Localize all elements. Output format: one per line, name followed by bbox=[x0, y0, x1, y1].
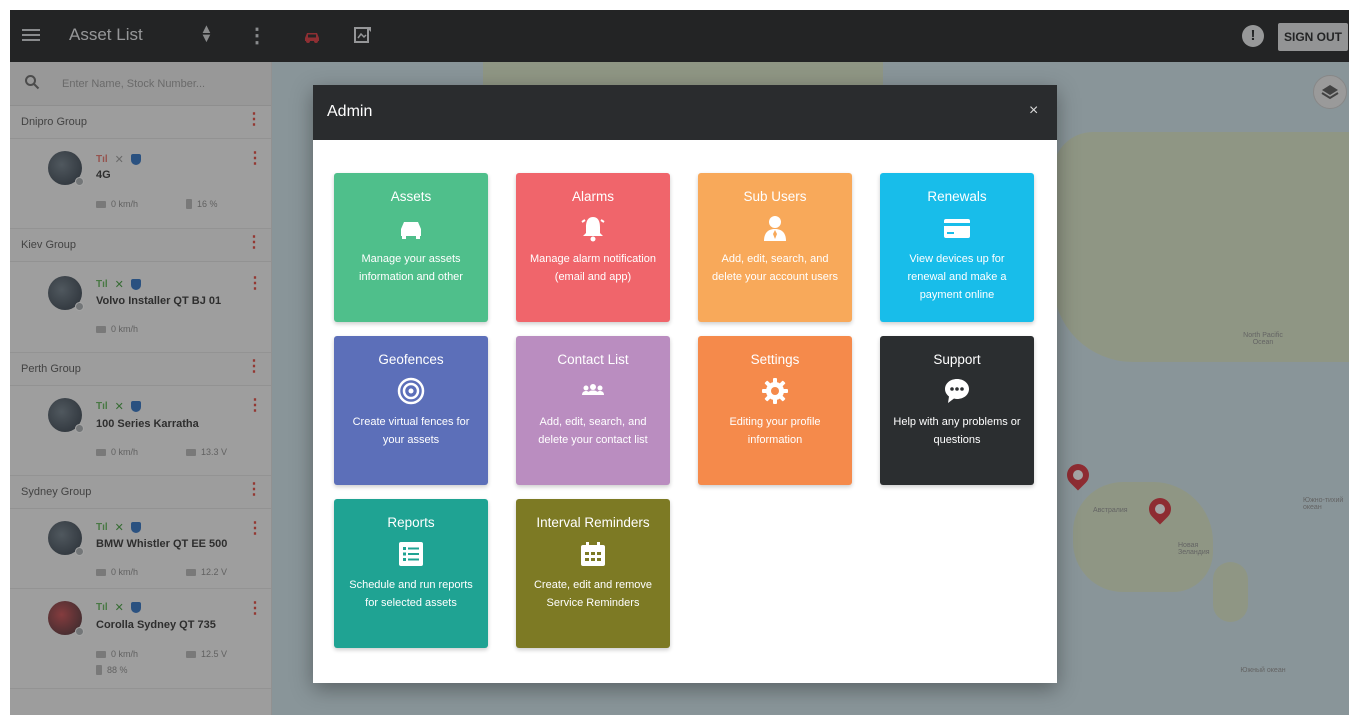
gear-icon bbox=[762, 378, 788, 404]
tile-title: Contact List bbox=[557, 352, 629, 367]
user-icon bbox=[764, 216, 786, 241]
tile-support[interactable]: Support Help with any problems or questi… bbox=[880, 336, 1034, 485]
tile-title: Geofences bbox=[378, 352, 444, 367]
credit-card-icon bbox=[944, 219, 970, 238]
tile-title: Sub Users bbox=[743, 189, 807, 204]
car-icon bbox=[401, 222, 421, 239]
tile-description: Add, edit, search, and delete your conta… bbox=[538, 416, 648, 446]
close-icon[interactable]: × bbox=[1029, 102, 1038, 120]
tile-sub-users[interactable]: Sub Users Add, edit, search, and delete … bbox=[698, 173, 852, 322]
tile-description: Manage alarm notification (email and app… bbox=[530, 253, 656, 283]
tile-title: Reports bbox=[387, 515, 435, 530]
tile-interval-reminders[interactable]: Interval Reminders Create, edit and remo… bbox=[516, 499, 670, 648]
tile-title: Settings bbox=[750, 352, 800, 367]
tile-title: Support bbox=[933, 352, 981, 367]
tile-title: Interval Reminders bbox=[536, 515, 650, 530]
dialog-header: Admin × bbox=[313, 85, 1057, 140]
tile-renewals[interactable]: Renewals View devices up for renewal and… bbox=[880, 173, 1034, 322]
tile-reports[interactable]: Reports Schedule and run reports for sel… bbox=[334, 499, 488, 648]
tile-description: Create virtual fences for your assets bbox=[352, 416, 470, 446]
tile-geofences[interactable]: Geofences Create virtual fences for your… bbox=[334, 336, 488, 485]
tile-description: Add, edit, search, and delete your accou… bbox=[712, 253, 838, 283]
tile-title: Assets bbox=[390, 189, 432, 204]
tile-description: Editing your profile information bbox=[729, 416, 821, 446]
tile-alarms[interactable]: Alarms Manage alarm notification (email … bbox=[516, 173, 670, 322]
chat-icon bbox=[945, 379, 969, 403]
tile-title: Renewals bbox=[927, 189, 987, 204]
list-icon bbox=[399, 542, 423, 566]
admin-dialog: Admin × Assets Manage your assets inform… bbox=[313, 85, 1057, 683]
tile-description: Create, edit and remove Service Reminder… bbox=[533, 579, 652, 609]
tile-assets[interactable]: Assets Manage your assets information an… bbox=[334, 173, 488, 322]
bell-icon bbox=[581, 217, 605, 242]
tile-contact-list[interactable]: Contact List Add, edit, search, and dele… bbox=[516, 336, 670, 485]
tile-description: Manage your assets information and other bbox=[359, 253, 463, 283]
geofence-icon bbox=[397, 377, 425, 405]
calendar-icon bbox=[581, 542, 605, 566]
contacts-icon bbox=[582, 384, 604, 395]
dialog-title: Admin bbox=[327, 103, 373, 120]
tile-description: Schedule and run reports for selected as… bbox=[349, 579, 473, 609]
tile-description: View devices up for renewal and make a p… bbox=[907, 253, 1007, 301]
tile-description: Help with any problems or questions bbox=[893, 416, 1021, 446]
tile-settings[interactable]: Settings Editing your profile informatio… bbox=[698, 336, 852, 485]
tile-title: Alarms bbox=[571, 189, 614, 204]
